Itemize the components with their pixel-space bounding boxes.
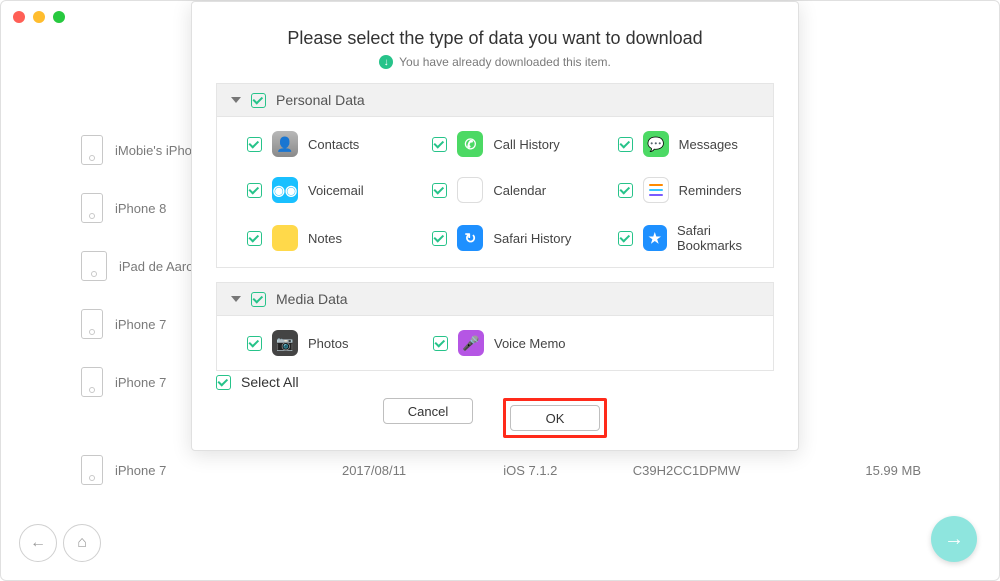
item-label: Voice Memo xyxy=(494,336,566,351)
calendar-icon: 3 xyxy=(457,177,483,203)
checkbox[interactable] xyxy=(618,231,633,246)
ok-button[interactable]: OK xyxy=(510,405,600,431)
voice-memo-icon: 🎤 xyxy=(458,330,484,356)
checkbox[interactable] xyxy=(618,137,633,152)
item-label: Calendar xyxy=(493,183,546,198)
checkbox[interactable] xyxy=(247,231,262,246)
checkbox[interactable] xyxy=(247,183,262,198)
device-name: iPhone 7 xyxy=(115,463,166,478)
cancel-button[interactable]: Cancel xyxy=(383,398,473,424)
checkbox[interactable] xyxy=(247,336,262,351)
home-button[interactable]: ⌂ xyxy=(63,524,101,562)
personal-items: 👤 Contacts ✆ Call History 💬 Messages ◉◉ Voic… xyxy=(216,117,774,268)
phone-icon: ✆ xyxy=(457,131,483,157)
ok-highlight: OK xyxy=(503,398,607,438)
checkbox[interactable] xyxy=(432,183,447,198)
item-label: Call History xyxy=(493,137,559,152)
collapse-icon xyxy=(231,97,241,103)
item-notes[interactable]: Notes xyxy=(217,213,402,263)
checkbox-media[interactable] xyxy=(251,292,266,307)
window-close-button[interactable] xyxy=(13,11,25,23)
item-label: Photos xyxy=(308,336,348,351)
button-row: Cancel OK xyxy=(216,398,774,438)
section-media-data[interactable]: Media Data xyxy=(216,282,774,316)
section-label: Media Data xyxy=(276,291,348,307)
ipad-icon xyxy=(81,251,107,281)
item-contacts[interactable]: 👤 Contacts xyxy=(217,121,402,167)
device-serial: C39H2CC1DPMW xyxy=(608,463,764,478)
reminders-icon xyxy=(643,177,669,203)
item-photos[interactable]: 📷 Photos xyxy=(217,320,403,366)
item-label: Contacts xyxy=(308,137,359,152)
iphone-icon xyxy=(81,135,103,165)
contacts-icon: 👤 xyxy=(272,131,298,157)
checkbox[interactable] xyxy=(247,137,262,152)
checkbox[interactable] xyxy=(618,183,633,198)
voicemail-icon: ◉◉ xyxy=(272,177,298,203)
select-all-label: Select All xyxy=(241,374,299,390)
select-data-dialog: Please select the type of data you want … xyxy=(191,1,799,451)
iphone-icon xyxy=(81,309,103,339)
device-name: iPhone 7 xyxy=(115,375,166,390)
back-button[interactable]: ← xyxy=(19,524,57,562)
collapse-icon xyxy=(231,296,241,302)
item-messages[interactable]: 💬 Messages xyxy=(588,121,773,167)
device-date: 2017/08/11 xyxy=(296,463,452,478)
window-minimize-button[interactable] xyxy=(33,11,45,23)
app-window: iMobie's iPhone iPhone 8 iPad de Aaron i… xyxy=(0,0,1000,581)
item-label: Voicemail xyxy=(308,183,364,198)
item-calendar[interactable]: 3 Calendar xyxy=(402,167,587,213)
device-name: iPhone 8 xyxy=(115,201,166,216)
iphone-icon xyxy=(81,455,103,485)
dialog-subtitle-text: You have already downloaded this item. xyxy=(399,55,611,69)
item-safari-history[interactable]: ↻ Safari History xyxy=(402,213,587,263)
select-all[interactable]: Select All xyxy=(216,374,774,390)
checkbox-select-all[interactable] xyxy=(216,375,231,390)
item-reminders[interactable]: Reminders xyxy=(588,167,773,213)
download-icon: ↓ xyxy=(379,55,393,69)
iphone-icon xyxy=(81,367,103,397)
dialog-footer: Select All Cancel OK xyxy=(192,374,798,438)
item-call-history[interactable]: ✆ Call History xyxy=(402,121,587,167)
item-label: Reminders xyxy=(679,183,742,198)
checkbox-personal[interactable] xyxy=(251,93,266,108)
item-label: Notes xyxy=(308,231,342,246)
dialog-subtitle: ↓ You have already downloaded this item. xyxy=(192,55,798,69)
device-detail-row: iPhone 7 2017/08/11 iOS 7.1.2 C39H2CC1DP… xyxy=(81,455,921,485)
media-items: 📷 Photos 🎤 Voice Memo xyxy=(216,316,774,371)
item-label: Safari History xyxy=(493,231,571,246)
messages-icon: 💬 xyxy=(643,131,669,157)
item-safari-bookmarks[interactable]: ★ Safari Bookmarks xyxy=(588,213,773,263)
device-name: iPhone 7 xyxy=(115,317,166,332)
device-size: 15.99 MB xyxy=(765,463,921,478)
notes-icon xyxy=(272,225,298,251)
section-personal-data[interactable]: Personal Data xyxy=(216,83,774,117)
device-ios: iOS 7.1.2 xyxy=(452,463,608,478)
item-voice-memo[interactable]: 🎤 Voice Memo xyxy=(403,320,589,366)
device-name: iPad de Aaron xyxy=(119,259,201,274)
safari-bookmarks-icon: ★ xyxy=(643,225,667,251)
next-button[interactable]: → xyxy=(931,516,977,562)
checkbox[interactable] xyxy=(433,336,448,351)
window-maximize-button[interactable] xyxy=(53,11,65,23)
safari-history-icon: ↻ xyxy=(457,225,483,251)
item-label: Messages xyxy=(679,137,738,152)
checkbox[interactable] xyxy=(432,137,447,152)
checkbox[interactable] xyxy=(432,231,447,246)
section-label: Personal Data xyxy=(276,92,365,108)
dialog-title: Please select the type of data you want … xyxy=(192,2,798,49)
item-label: Safari Bookmarks xyxy=(677,223,773,253)
photos-icon: 📷 xyxy=(272,330,298,356)
item-voicemail[interactable]: ◉◉ Voicemail xyxy=(217,167,402,213)
iphone-icon xyxy=(81,193,103,223)
